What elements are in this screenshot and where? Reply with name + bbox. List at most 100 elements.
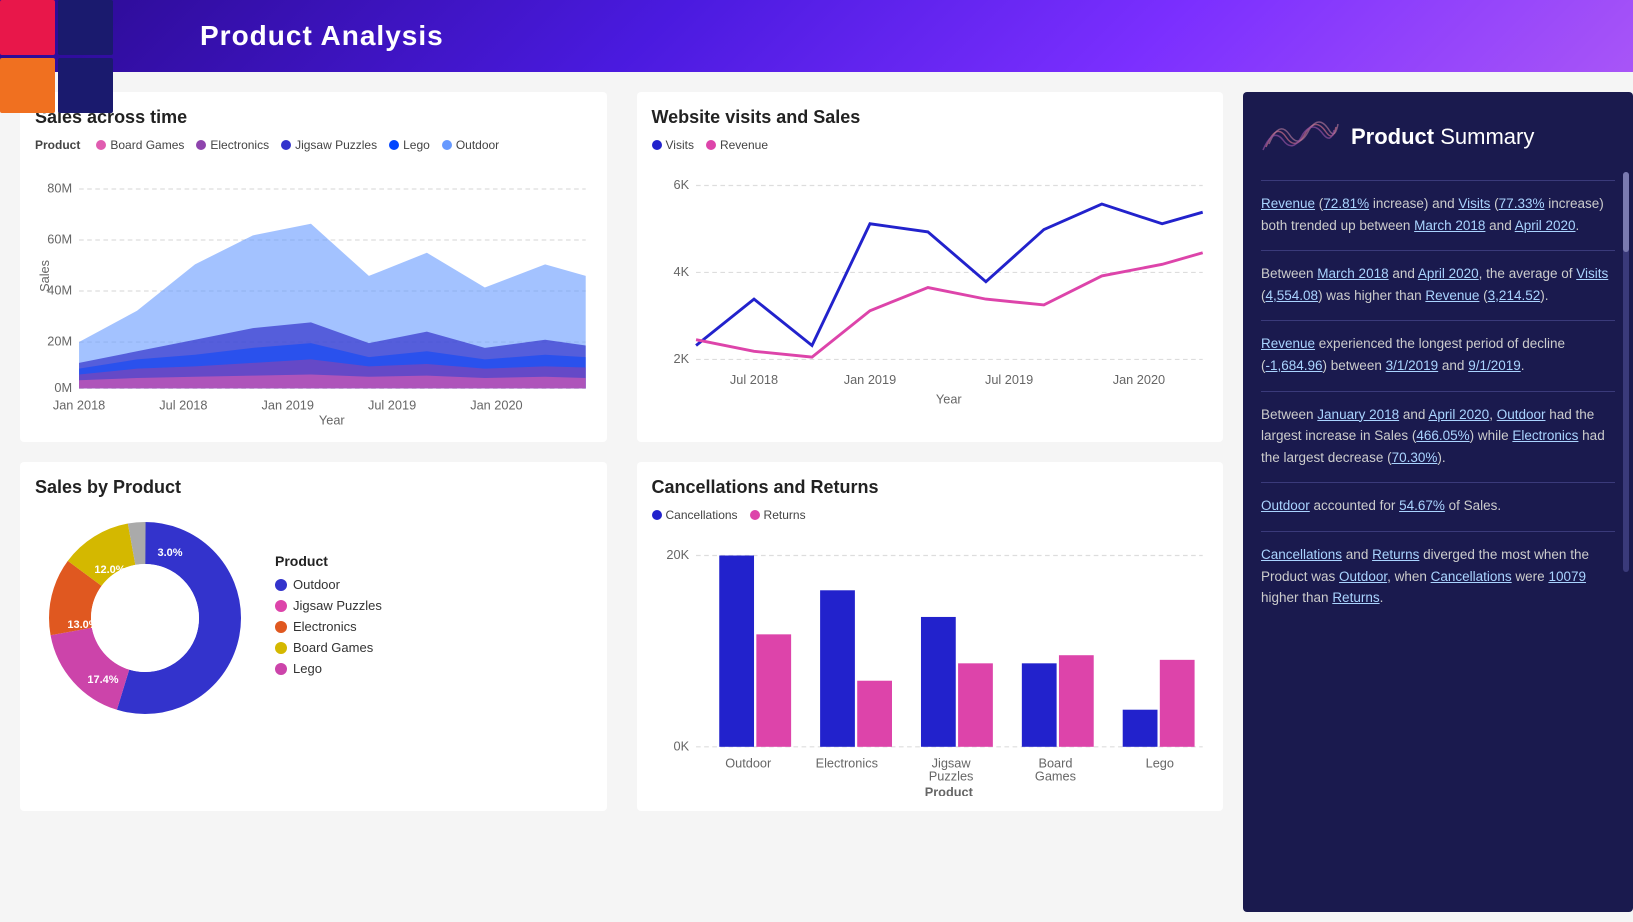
outdoor-dot (442, 140, 452, 150)
outdoor-pct-link[interactable]: 466.05% (1416, 428, 1469, 443)
visits-label: Visits (666, 138, 694, 152)
outdoor-legend-dot (275, 579, 287, 591)
jan-2018-link[interactable]: January 2018 (1317, 407, 1399, 422)
svg-text:Jan 2020: Jan 2020 (1112, 372, 1164, 387)
april-2020-link-2[interactable]: April 2020 (1428, 407, 1489, 422)
summary-wave-icon (1261, 112, 1341, 162)
donut-chart-container: 54.7% 17.4% 13.0% 12.0% 3.0% (35, 508, 255, 728)
svg-text:3.0%: 3.0% (157, 547, 182, 559)
summary-title-rest: Summary (1434, 124, 1534, 149)
sales-product-title: Sales by Product (35, 477, 592, 498)
svg-text:Lego: Lego (1145, 755, 1173, 770)
cancellations-chart: 20K 0K (652, 530, 1209, 797)
svg-text:2K: 2K (673, 351, 689, 366)
april-2020-link-0[interactable]: April 2020 (1515, 218, 1576, 233)
visits-avg-link[interactable]: 4,554.08 (1266, 288, 1319, 303)
visits-pct-link[interactable]: 77.33% (1499, 196, 1545, 211)
returns-link[interactable]: Returns (1372, 547, 1419, 562)
cancellations-link[interactable]: Cancellations (1261, 547, 1342, 562)
summary-p3: Between January 2018 and April 2020, Out… (1261, 404, 1615, 469)
date-end-link[interactable]: 9/1/2019 (1468, 358, 1521, 373)
summary-p1: Between March 2018 and April 2020, the a… (1261, 263, 1615, 306)
summary-divider-1 (1261, 250, 1615, 251)
scrollbar-thumb[interactable] (1623, 172, 1629, 252)
svg-text:Year: Year (935, 391, 962, 406)
svg-text:0K: 0K (673, 738, 689, 753)
count-link[interactable]: 10079 (1548, 569, 1586, 584)
legend-visits: Visits (652, 138, 694, 152)
svg-text:Outdoor: Outdoor (725, 755, 772, 770)
website-legend: Visits Revenue (652, 138, 1209, 152)
svg-text:Jan 2020: Jan 2020 (470, 397, 522, 412)
visits-dot (652, 140, 662, 150)
cancellations-link-2[interactable]: Cancellations (1431, 569, 1512, 584)
revenue-link-0[interactable]: Revenue (1261, 196, 1315, 211)
electronics-pct-link[interactable]: 70.30% (1392, 450, 1438, 465)
legend-jigsaw-item: Jigsaw Puzzles (275, 598, 382, 613)
march-2018-link-1[interactable]: March 2018 (1317, 266, 1388, 281)
visits-link-0[interactable]: Visits (1458, 196, 1490, 211)
svg-text:Jul 2019: Jul 2019 (368, 397, 416, 412)
legend-revenue: Revenue (706, 138, 768, 152)
electronics-link-0[interactable]: Electronics (1512, 428, 1578, 443)
svg-text:Jan 2019: Jan 2019 (262, 397, 314, 412)
revenue-pct-link[interactable]: 72.81% (1323, 196, 1369, 211)
visits-link-1[interactable]: Visits (1576, 266, 1608, 281)
outdoor-link-2[interactable]: Outdoor (1339, 569, 1387, 584)
summary-title: Product Summary (1351, 124, 1534, 150)
electronics-legend-label: Electronics (293, 619, 357, 634)
outdoor-share-link[interactable]: 54.67% (1399, 498, 1445, 513)
cancellations-label: Cancellations (666, 508, 738, 522)
website-visits-title: Website visits and Sales (652, 107, 1209, 128)
summary-p4: Outdoor accounted for 54.67% of Sales. (1261, 495, 1615, 517)
summary-divider-3 (1261, 391, 1615, 392)
summary-divider-2 (1261, 320, 1615, 321)
revenue-avg-link[interactable]: 3,214.52 (1488, 288, 1541, 303)
date-start-link[interactable]: 3/1/2019 (1386, 358, 1439, 373)
scrollbar[interactable] (1623, 172, 1629, 572)
jigsaw-label: Jigsaw Puzzles (295, 138, 377, 152)
electronics-label: Electronics (210, 138, 269, 152)
sales-time-chart: 80M 60M 40M 20M 0M Sales (35, 160, 592, 427)
svg-text:80M: 80M (47, 180, 72, 195)
svg-text:Jan 2019: Jan 2019 (843, 372, 895, 387)
legend-lego: Lego (389, 138, 430, 152)
svg-text:54.7%: 54.7% (163, 612, 197, 626)
lego-legend-label: Lego (293, 661, 322, 676)
outdoor-link-1[interactable]: Outdoor (1261, 498, 1310, 513)
summary-p2: Revenue experienced the longest period o… (1261, 333, 1615, 376)
lego-legend-dot (275, 663, 287, 675)
jigsaw-dot (281, 140, 291, 150)
charts-grid: Sales across time Product Board Games El… (20, 92, 1223, 811)
returns-link-2[interactable]: Returns (1332, 590, 1379, 605)
website-visits-section: Website visits and Sales Visits Revenue … (637, 92, 1224, 442)
summary-divider-4 (1261, 482, 1615, 483)
returns-dot (750, 510, 760, 520)
svg-text:Jul 2018: Jul 2018 (729, 372, 777, 387)
board-games-label: Board Games (110, 138, 184, 152)
decline-link[interactable]: -1,684.96 (1266, 358, 1323, 373)
svg-text:20K: 20K (666, 547, 689, 562)
svg-text:20M: 20M (47, 334, 72, 349)
summary-p0: Revenue (72.81% increase) and Visits (77… (1261, 193, 1615, 236)
legend-cancellations: Cancellations (652, 508, 738, 522)
returns-label: Returns (764, 508, 806, 522)
svg-text:Jan 2018: Jan 2018 (53, 397, 105, 412)
svg-text:Electronics: Electronics (815, 755, 877, 770)
boardgames-legend-dot (275, 642, 287, 654)
april-2020-link-1[interactable]: April 2020 (1418, 266, 1479, 281)
cancellations-dot (652, 510, 662, 520)
lego-label: Lego (403, 138, 430, 152)
logo-squares (0, 0, 130, 130)
cancellations-legend: Cancellations Returns (652, 508, 1209, 522)
product-legend-title: Product (275, 553, 382, 569)
svg-text:60M: 60M (47, 231, 72, 246)
revenue-link-1[interactable]: Revenue (1425, 288, 1479, 303)
sales-time-section: Sales across time Product Board Games El… (20, 92, 607, 442)
legend-electronics-item: Electronics (275, 619, 382, 634)
website-visits-chart: 6K 4K 2K Jul 2018 Jan 2019 Jul 2019 Jan … (652, 160, 1209, 427)
march-2018-link[interactable]: March 2018 (1414, 218, 1485, 233)
donut-chart: 54.7% 17.4% 13.0% 12.0% 3.0% (35, 508, 255, 728)
outdoor-link-0[interactable]: Outdoor (1497, 407, 1546, 422)
revenue-link-2[interactable]: Revenue (1261, 336, 1315, 351)
